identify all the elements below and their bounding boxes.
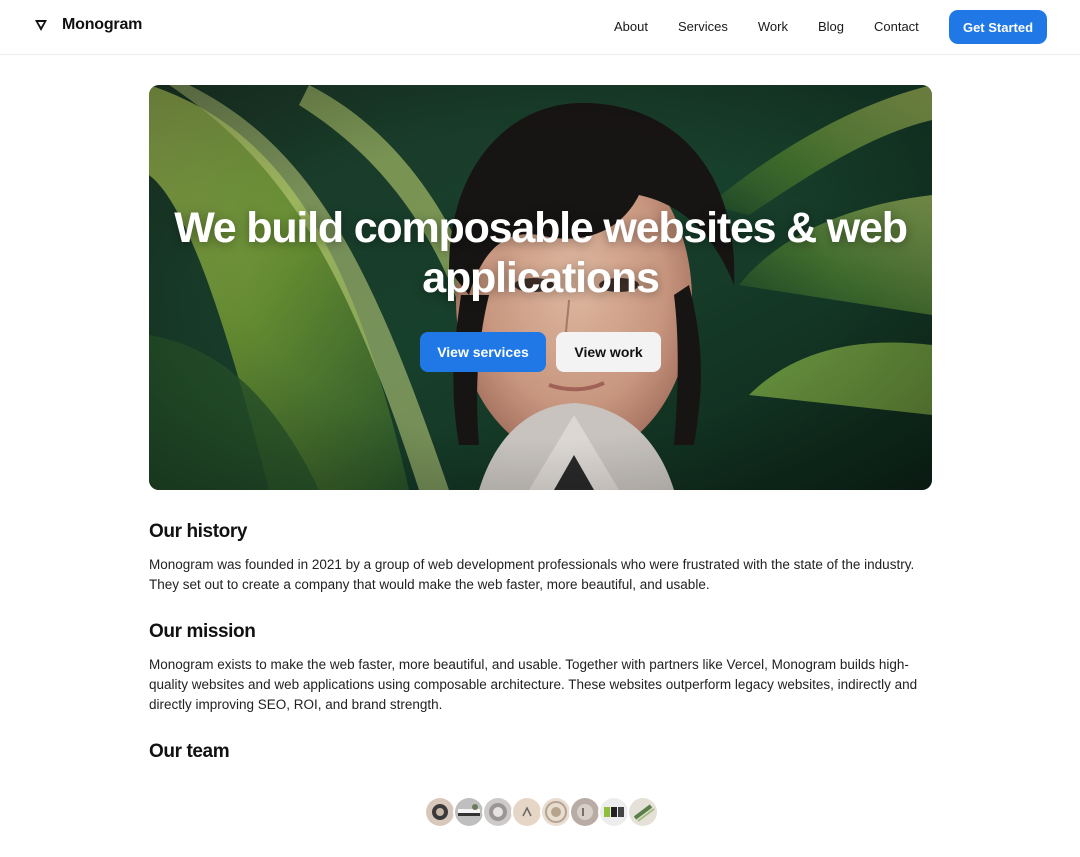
- team-avatar[interactable]: [627, 796, 659, 828]
- hero-title: We build composable websites & web appli…: [174, 204, 908, 302]
- mission-section: Our mission Monogram exists to make the …: [149, 619, 932, 715]
- main-nav: About Services Work Blog Contact: [614, 18, 919, 36]
- nav-item-about[interactable]: About: [614, 18, 648, 36]
- team-section: Our team: [149, 739, 932, 765]
- mission-title: Our mission: [149, 621, 256, 642]
- nav-item-contact[interactable]: Contact: [874, 18, 919, 36]
- team-avatar[interactable]: [482, 796, 514, 828]
- history-title: Our history: [149, 521, 248, 542]
- team-avatar[interactable]: [453, 796, 485, 828]
- monogram-logo-icon: [35, 20, 47, 31]
- get-started-button[interactable]: Get Started: [949, 10, 1047, 44]
- view-work-button[interactable]: View work: [556, 332, 661, 372]
- about-content: Our history Monogram was founded in 2021…: [149, 519, 932, 789]
- mission-text: Monogram exists to make the web faster, …: [149, 657, 918, 712]
- site-header: Monogram About Services Work Blog Contac…: [0, 0, 1080, 55]
- team-title: Our team: [149, 741, 230, 762]
- hero: We build composable websites & web appli…: [149, 85, 932, 490]
- nav-item-services[interactable]: Services: [678, 18, 728, 36]
- brand-name: Monogram: [62, 16, 143, 33]
- team-avatar[interactable]: [424, 796, 456, 828]
- team-avatar[interactable]: [511, 796, 543, 828]
- history-text: Monogram was founded in 2021 by a group …: [149, 557, 915, 592]
- team-avatar[interactable]: [540, 796, 572, 828]
- nav-item-work[interactable]: Work: [758, 18, 788, 36]
- team-avatar[interactable]: [598, 796, 630, 828]
- hero-actions: View services View work: [420, 332, 661, 372]
- history-section: Our history Monogram was founded in 2021…: [149, 519, 932, 595]
- view-services-button[interactable]: View services: [420, 332, 546, 372]
- nav-item-blog[interactable]: Blog: [818, 18, 844, 36]
- brand-link[interactable]: Monogram: [34, 16, 142, 34]
- team-avatar[interactable]: [569, 796, 601, 828]
- team-avatars: [424, 796, 659, 828]
